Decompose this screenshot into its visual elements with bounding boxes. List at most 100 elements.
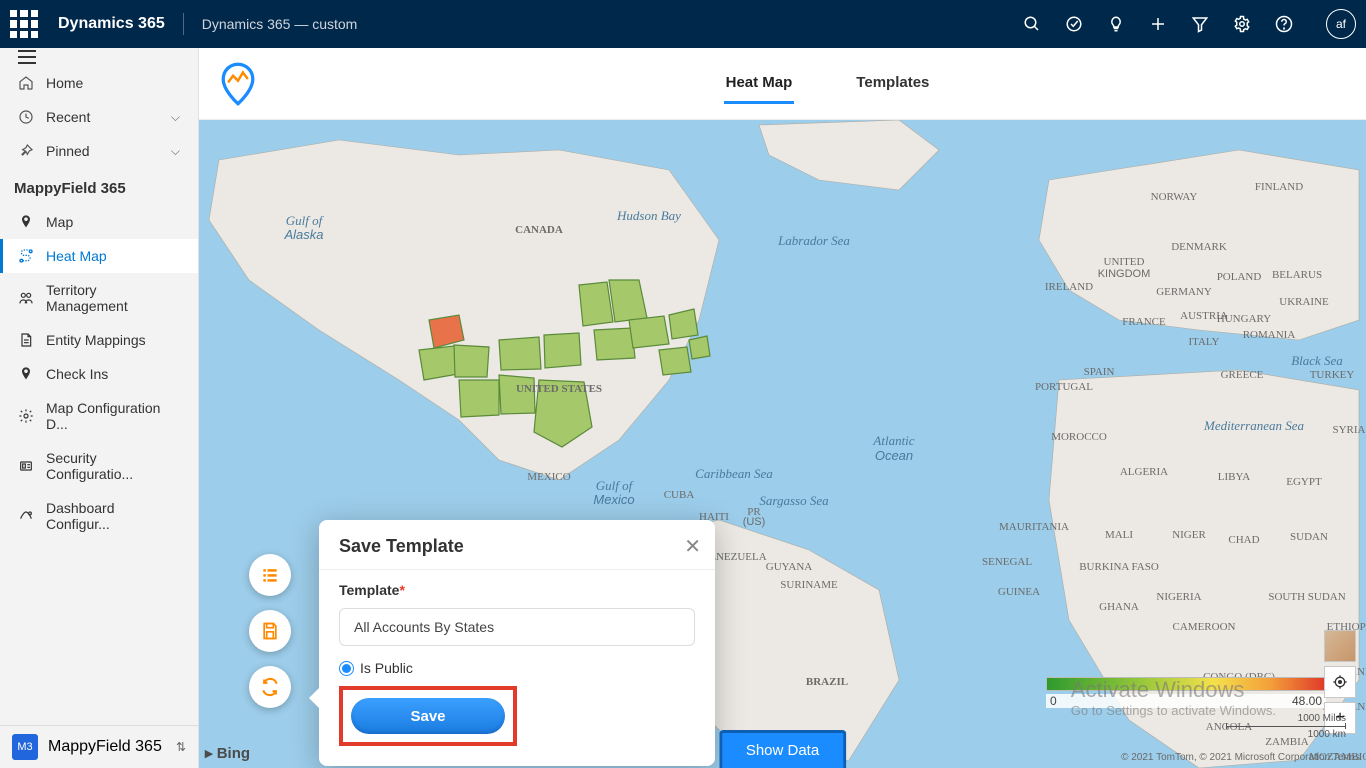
is-public-label: Is Public — [360, 660, 413, 676]
locate-me-button[interactable] — [1324, 666, 1356, 698]
route-icon — [18, 248, 34, 264]
svg-text:Labrador Sea: Labrador Sea — [777, 233, 850, 248]
user-avatar[interactable]: af — [1326, 9, 1356, 39]
chevron-down-icon: ⌵ — [171, 144, 180, 159]
app-logo-icon — [217, 61, 259, 107]
app-badge: M3 — [12, 734, 38, 760]
filter-icon[interactable] — [1190, 14, 1210, 34]
sidebar-item-dashboard-config[interactable]: Dashboard Configur... — [0, 491, 198, 541]
add-icon[interactable] — [1148, 14, 1168, 34]
svg-text:DENMARK: DENMARK — [1171, 241, 1227, 253]
svg-text:GERMANY: GERMANY — [1156, 286, 1212, 298]
sidebar-item-entity-mappings[interactable]: Entity Mappings — [0, 323, 198, 357]
content-area: Heat Map Templates — [199, 48, 1366, 768]
svg-text:MOROCCO: MOROCCO — [1051, 431, 1107, 443]
sidebar-item-check-ins[interactable]: Check Ins — [0, 357, 198, 391]
dashboard-icon — [18, 508, 34, 524]
nav-label: Pinned — [46, 143, 90, 159]
svg-text:SENEGAL: SENEGAL — [982, 556, 1032, 568]
refresh-button[interactable] — [249, 666, 291, 708]
svg-text:CUBA: CUBA — [664, 489, 695, 501]
svg-text:SUDAN: SUDAN — [1290, 531, 1328, 543]
nav-label: Security Configuratio... — [46, 450, 180, 482]
nav-label: Entity Mappings — [46, 332, 146, 348]
app-launcher-icon[interactable] — [10, 10, 38, 38]
map-layer-button[interactable] — [1324, 630, 1356, 662]
sidebar-item-map-config[interactable]: Map Configuration D... — [0, 391, 198, 441]
mappin-icon — [18, 366, 34, 382]
svg-text:Caribbean Sea: Caribbean Sea — [695, 466, 773, 481]
svg-text:ROMANIA: ROMANIA — [1243, 329, 1296, 341]
svg-text:HUNGARY: HUNGARY — [1217, 313, 1271, 325]
map-canvas[interactable]: CANADA UNITED STATES MEXICO CUBA HAITI P… — [199, 120, 1366, 768]
svg-text:FINLAND: FINLAND — [1255, 181, 1303, 193]
tab-templates[interactable]: Templates — [854, 64, 931, 104]
search-icon[interactable] — [1022, 14, 1042, 34]
svg-text:MAURITANIA: MAURITANIA — [999, 521, 1069, 533]
pin-icon — [18, 143, 34, 159]
svg-text:BELARUS: BELARUS — [1272, 269, 1322, 281]
svg-text:CHAD: CHAD — [1228, 534, 1259, 546]
svg-text:SPAIN: SPAIN — [1084, 366, 1115, 378]
svg-text:UNITED STATES: UNITED STATES — [516, 383, 602, 395]
bing-logo: ▸ Bing — [205, 744, 250, 762]
territory-icon — [18, 290, 34, 306]
sidebar-item-recent[interactable]: Recent ⌵ — [0, 100, 198, 134]
svg-text:Sargasso Sea: Sargasso Sea — [759, 493, 829, 508]
legend-min: 0 — [1050, 694, 1057, 708]
svg-text:CAMEROON: CAMEROON — [1173, 621, 1236, 633]
tab-heat-map[interactable]: Heat Map — [724, 64, 795, 104]
settings-icon[interactable] — [1232, 14, 1252, 34]
security-icon — [18, 458, 34, 474]
gear-icon — [18, 408, 34, 424]
sidebar-app-switcher[interactable]: M3 MappyField 365 ⇅ — [0, 725, 198, 768]
divider — [183, 13, 184, 35]
svg-text:NIGER: NIGER — [1172, 529, 1206, 541]
svg-text:SYRIA: SYRIA — [1332, 424, 1365, 436]
sidebar-item-map[interactable]: Map — [0, 205, 198, 239]
chevron-down-icon: ⌵ — [171, 110, 180, 125]
tabbar: Heat Map Templates — [199, 48, 1366, 120]
list-button[interactable] — [249, 554, 291, 596]
svg-text:PORTUGAL: PORTUGAL — [1035, 381, 1093, 393]
save-template-dialog: Save Template ✕ Template* Is Public Save — [319, 520, 715, 766]
template-name-input[interactable] — [339, 608, 695, 646]
is-public-radio[interactable] — [339, 661, 354, 676]
sidebar-toggle[interactable] — [0, 48, 198, 66]
lightbulb-icon[interactable] — [1106, 14, 1126, 34]
svg-text:SURINAME: SURINAME — [780, 579, 838, 591]
svg-text:GHANA: GHANA — [1099, 601, 1139, 613]
svg-text:Mediterranean Sea: Mediterranean Sea — [1203, 418, 1305, 433]
svg-text:Gulf ofMexico: Gulf ofMexico — [593, 478, 634, 507]
map-action-buttons — [249, 554, 291, 708]
sidebar-item-home[interactable]: Home — [0, 66, 198, 100]
svg-text:UNITEDKINGDOM: UNITEDKINGDOM — [1098, 256, 1151, 280]
svg-text:NORWAY: NORWAY — [1151, 191, 1198, 203]
brand-label: Dynamics 365 — [58, 15, 165, 33]
sidebar-item-pinned[interactable]: Pinned ⌵ — [0, 134, 198, 168]
save-template-button[interactable] — [249, 610, 291, 652]
sidebar-item-territory[interactable]: Territory Management — [0, 273, 198, 323]
show-data-button[interactable]: Show Data — [719, 730, 846, 768]
sidebar-item-heat-map[interactable]: Heat Map — [0, 239, 198, 273]
nav-label: Check Ins — [46, 366, 108, 382]
save-button[interactable]: Save — [351, 698, 505, 734]
svg-text:Black Sea: Black Sea — [1291, 353, 1343, 368]
nav-group-title: MappyField 365 — [0, 168, 198, 205]
nav-label: Heat Map — [46, 248, 107, 264]
updown-icon: ⇅ — [176, 740, 186, 754]
svg-text:MALI: MALI — [1105, 529, 1133, 541]
sidebar-item-security-config[interactable]: Security Configuratio... — [0, 441, 198, 491]
topbar: Dynamics 365 Dynamics 365 — custom af — [0, 0, 1366, 48]
close-button[interactable]: ✕ — [684, 534, 701, 559]
svg-text:GUYANA: GUYANA — [766, 561, 813, 573]
svg-text:BURKINA FASO: BURKINA FASO — [1079, 561, 1159, 573]
nav-label: Home — [46, 75, 83, 91]
svg-text:LIBYA: LIBYA — [1218, 471, 1250, 483]
template-label: Template* — [339, 582, 405, 598]
help-icon[interactable] — [1274, 14, 1294, 34]
svg-text:TURKEY: TURKEY — [1310, 369, 1355, 381]
svg-text:AtlanticOcean: AtlanticOcean — [872, 433, 914, 463]
task-icon[interactable] — [1064, 14, 1084, 34]
dialog-title: Save Template — [319, 520, 715, 569]
